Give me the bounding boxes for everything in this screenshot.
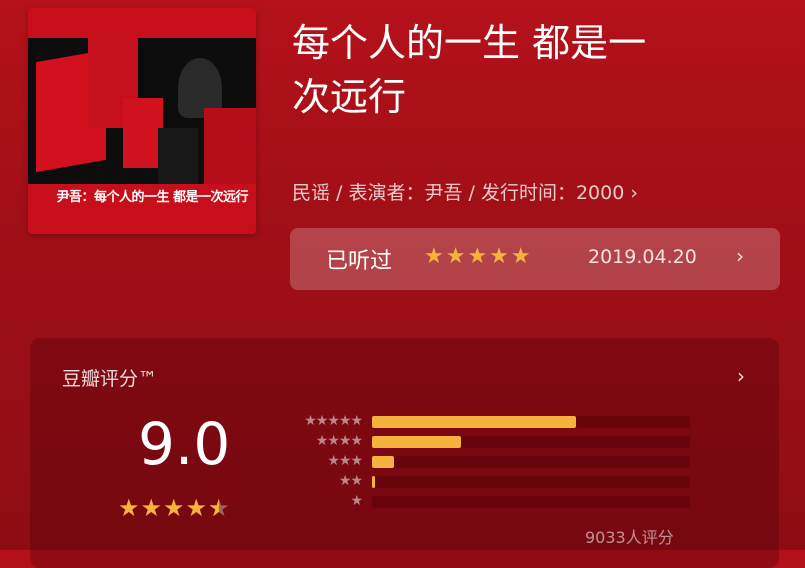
album-meta-text: 民谣 / 表演者：尹吾 / 发行时间：2000 — [292, 182, 625, 204]
cover-caption: 尹吾：每个人的一生 都是一次远行 — [56, 190, 248, 205]
listened-date: 2019.04.20 — [588, 246, 697, 268]
rating-distribution-row: ★★ — [282, 472, 702, 490]
listened-row[interactable]: 已听过 ★★★★★ 2019.04.20 › — [290, 228, 780, 290]
douban-rating-card[interactable]: 豆瓣评分™ › 9.0 ★★★★★ ★★★★★ ★★★★ ★★★ ★★ ★ 90… — [30, 338, 779, 568]
rating-distribution-row: ★★★★★ — [282, 412, 702, 430]
rating-distribution-row: ★ — [282, 492, 702, 510]
album-title-line: 每个人的一生 都是一 — [292, 21, 647, 65]
chevron-right-icon: › — [737, 364, 745, 388]
douban-score: 9.0 — [138, 410, 231, 478]
cover-shape — [158, 128, 198, 184]
row-stars: ★★★ — [327, 453, 363, 469]
album-title-line: 次远行 — [292, 75, 407, 119]
album-meta[interactable]: 民谣 / 表演者：尹吾 / 发行时间：2000 › — [292, 178, 638, 205]
chevron-right-icon: › — [630, 182, 638, 204]
distribution-fill — [372, 456, 395, 468]
douban-rating-label: 豆瓣评分™ — [62, 368, 158, 390]
cover-photo — [28, 38, 256, 184]
half-star-icon: ★ — [208, 494, 231, 522]
distribution-track — [372, 436, 690, 448]
distribution-track — [372, 416, 690, 428]
cover-shape — [123, 98, 163, 168]
distribution-track — [372, 476, 690, 488]
row-stars: ★ — [350, 493, 363, 509]
rating-count: 9033人评分 — [585, 528, 674, 547]
row-stars: ★★ — [338, 473, 363, 489]
distribution-fill — [372, 416, 576, 428]
chevron-right-icon: › — [736, 244, 744, 268]
distribution-fill — [372, 476, 376, 488]
user-rating-stars: ★★★★★ — [424, 244, 533, 269]
album-cover[interactable]: 尹吾：每个人的一生 都是一次远行 — [28, 8, 256, 234]
album-title: 每个人的一生 都是一 次远行 — [292, 16, 792, 124]
rating-distribution-row: ★★★★ — [282, 432, 702, 450]
listened-status: 已听过 — [326, 249, 393, 274]
douban-score-stars: ★★★★★ — [118, 494, 231, 522]
row-stars: ★★★★★ — [304, 413, 363, 429]
rating-distribution-row: ★★★ — [282, 452, 702, 470]
distribution-track — [372, 456, 690, 468]
row-stars: ★★★★ — [315, 433, 363, 449]
cover-shape — [204, 108, 256, 184]
distribution-track — [372, 496, 690, 508]
distribution-fill — [372, 436, 462, 448]
full-stars: ★★★★ — [118, 494, 209, 522]
